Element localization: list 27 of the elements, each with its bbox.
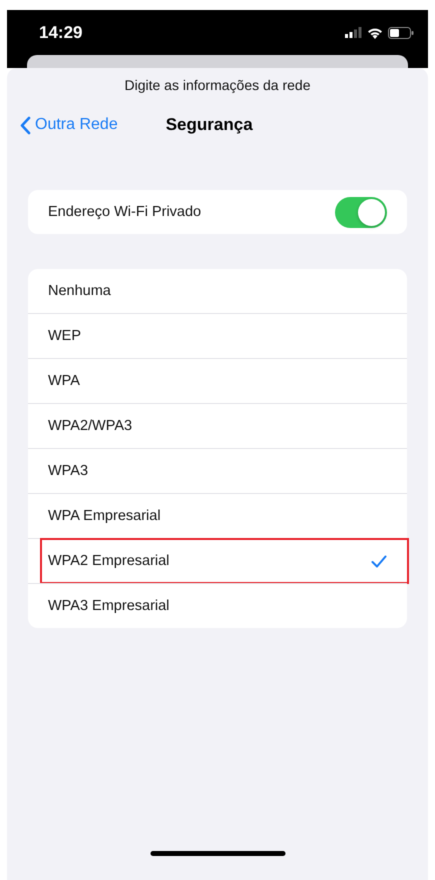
toggle-switch[interactable] (335, 196, 387, 228)
security-option[interactable]: WPA2 Empresarial (28, 538, 407, 583)
sheet-title: Digite as informações da rede (124, 76, 312, 95)
option-label: WEP (48, 328, 82, 344)
security-option[interactable]: WPA (28, 358, 407, 403)
chevron-left-icon (19, 116, 31, 134)
option-label: WPA3 (48, 463, 88, 479)
status-time: 14:29 (39, 22, 82, 42)
option-label: WPA Empresarial (48, 508, 161, 524)
checkmark-icon (371, 554, 387, 568)
security-option[interactable]: WPA Empresarial (28, 493, 407, 538)
nav-title: Segurança (166, 115, 253, 135)
option-label: WPA2/WPA3 (48, 418, 132, 434)
option-label: WPA2 Empresarial (48, 553, 170, 569)
battery-icon (388, 26, 414, 38)
security-option[interactable]: Nenhuma (28, 269, 407, 313)
security-option[interactable]: WPA3 (28, 448, 407, 493)
option-label: WPA3 Empresarial (48, 598, 170, 614)
back-button[interactable]: Outra Rede (19, 116, 118, 134)
option-label: Nenhuma (48, 283, 111, 299)
wifi-icon (367, 26, 383, 38)
security-option[interactable]: WEP (28, 313, 407, 358)
option-label: WPA (48, 373, 80, 389)
setting-label: Endereço Wi-Fi Privado (48, 204, 202, 220)
security-option[interactable]: WPA3 Empresarial (28, 583, 407, 628)
security-option[interactable]: WPA2/WPA3 (28, 403, 407, 448)
signal-icon (345, 27, 362, 38)
